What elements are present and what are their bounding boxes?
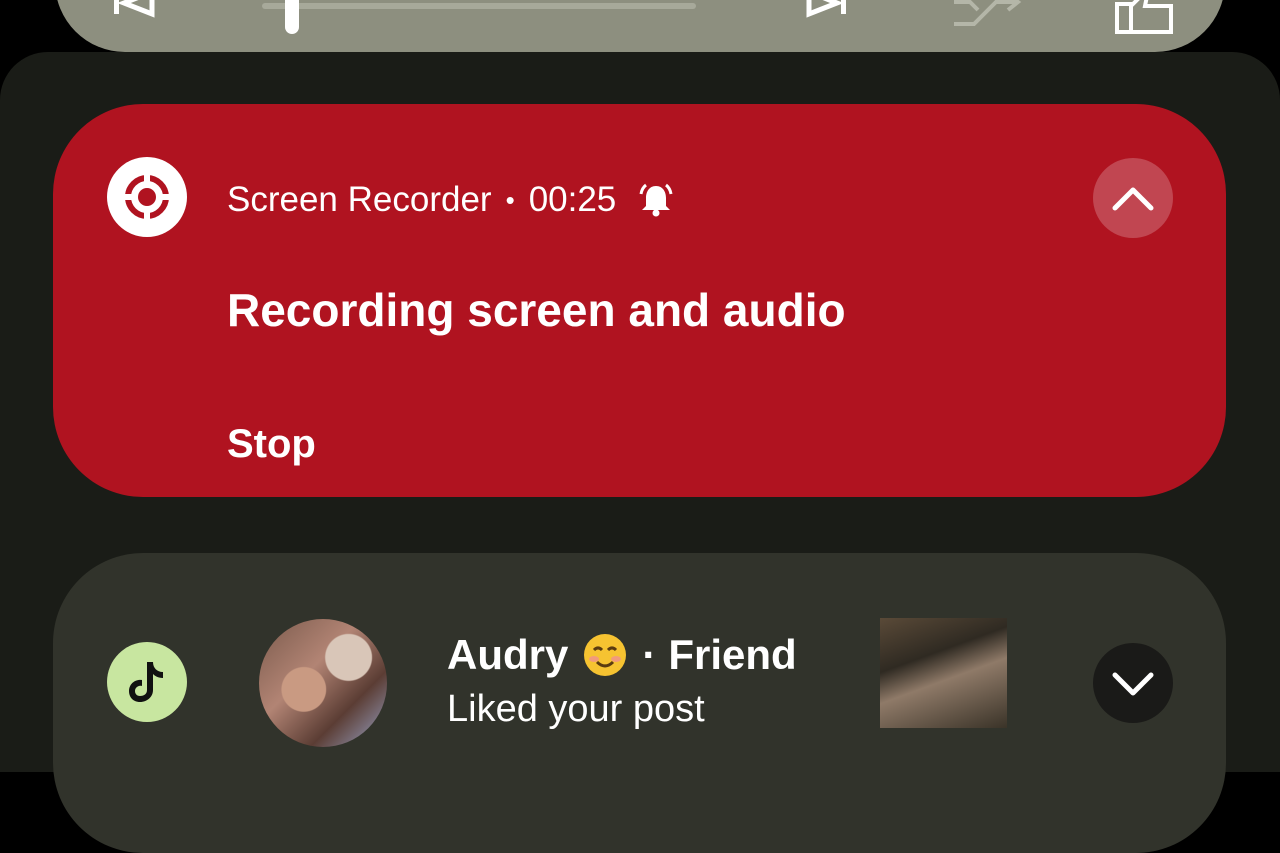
skip-next-icon[interactable] [805,0,849,27]
stop-button[interactable]: Stop [227,422,316,467]
sender-separator: · [642,631,657,678]
sender-relation: Friend [668,631,797,678]
notification-message: Liked your post [447,688,705,730]
header-separator: • [505,184,515,215]
notification-title: Recording screen and audio [227,284,846,336]
media-progress-track[interactable] [262,3,696,9]
tiktok-icon [107,642,187,722]
elapsed-time: 00:25 [528,180,617,219]
sender-line: Audry · Friend [447,630,797,680]
chevron-up-icon[interactable] [1093,158,1173,238]
bell-icon [638,182,674,218]
smiling-face-emoji [582,632,628,678]
avatar [259,619,387,747]
shuffle-icon[interactable] [950,0,1022,39]
media-progress-thumb[interactable] [285,0,300,34]
recorder-header: Screen Recorder • 00:25 [227,178,674,222]
app-name: Screen Recorder [227,180,492,219]
chevron-down-icon[interactable] [1093,643,1173,723]
screen-record-icon [107,157,187,237]
post-thumbnail [880,618,1007,728]
sender-name: Audry [447,631,569,678]
thumbs-up-icon[interactable] [1113,0,1177,41]
skip-previous-icon[interactable] [112,0,156,27]
